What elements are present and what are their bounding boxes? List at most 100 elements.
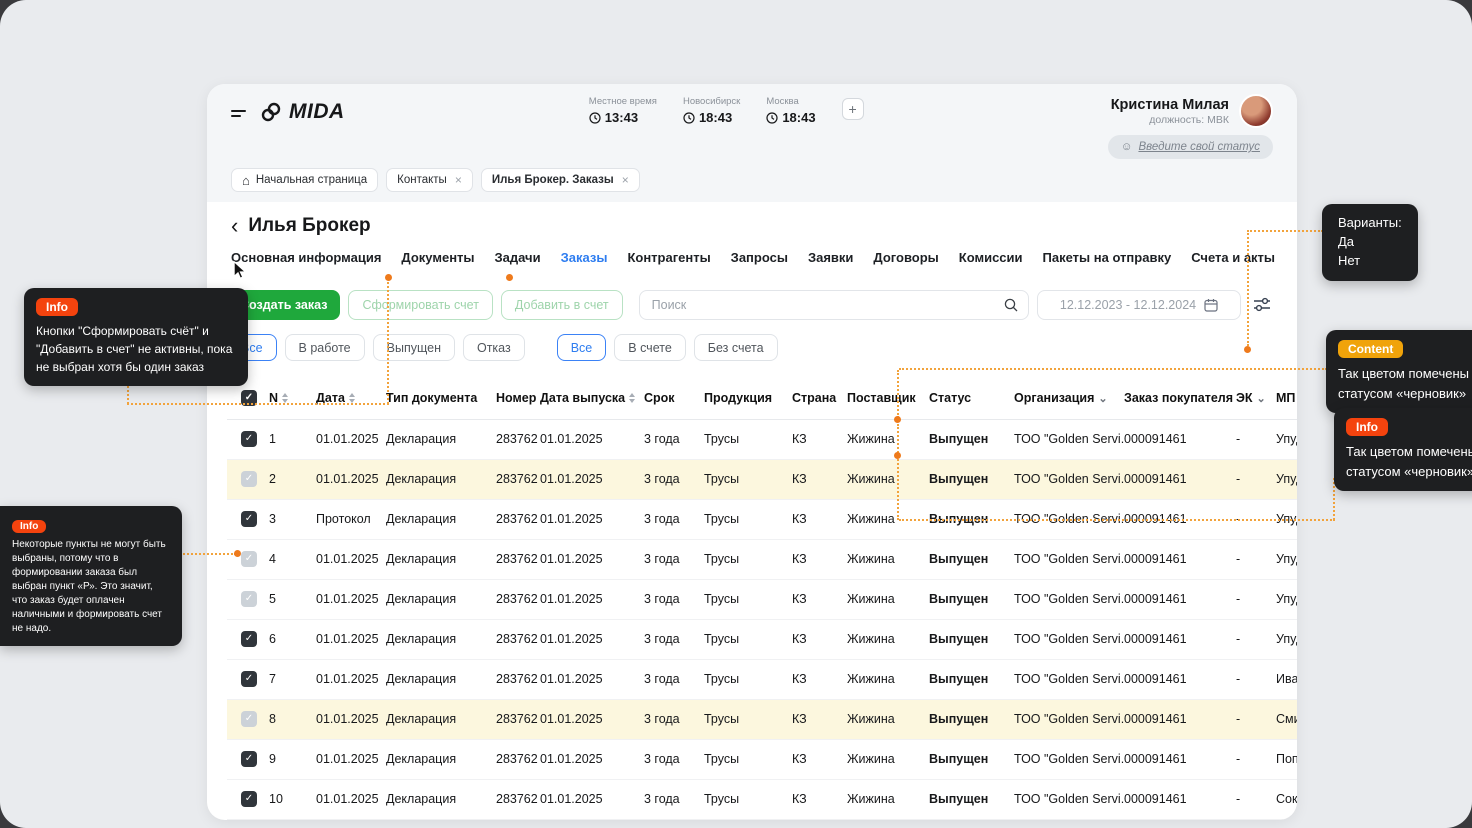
cell-ek: - bbox=[1236, 699, 1276, 739]
close-icon[interactable]: × bbox=[622, 173, 629, 187]
page-background: MIDA Местное время 13:43 Новосибирск bbox=[0, 0, 1472, 828]
filter-settings-icon[interactable] bbox=[1249, 292, 1275, 318]
column-header[interactable]: Дата выпуска bbox=[540, 377, 644, 419]
back-button[interactable]: ‹ bbox=[231, 216, 238, 236]
cell-country: КЗ bbox=[792, 579, 847, 619]
sort-icon[interactable] bbox=[349, 393, 355, 403]
table-row[interactable]: ✓801.01.2025Декларация28376201.01.20253 … bbox=[227, 699, 1297, 739]
search-icon[interactable] bbox=[1003, 297, 1019, 318]
cell-status: Выпущен bbox=[929, 699, 1014, 739]
row-checkbox[interactable]: ✓ bbox=[241, 511, 257, 527]
orders-table-body: ✓101.01.2025Декларация28376201.01.20253 … bbox=[227, 419, 1297, 820]
cell-ek: - bbox=[1236, 779, 1276, 819]
row-checkbox[interactable]: ✓ bbox=[241, 751, 257, 767]
column-header: Заказ покупателя bbox=[1124, 377, 1236, 419]
column-header[interactable]: N bbox=[269, 377, 316, 419]
table-row[interactable]: ✓201.01.2025Декларация28376201.01.20253 … bbox=[227, 459, 1297, 499]
add-to-invoice-button[interactable]: Добавить в счет bbox=[501, 290, 623, 320]
row-checkbox[interactable]: ✓ bbox=[241, 791, 257, 807]
timezone-label: Местное время bbox=[589, 96, 657, 107]
add-timezone-button[interactable]: + bbox=[842, 98, 864, 120]
user-area: Кристина Милая должность: МВК ☺ Введите … bbox=[1108, 94, 1273, 159]
callout-option: Да bbox=[1338, 233, 1402, 252]
row-checkbox[interactable]: ✓ bbox=[241, 631, 257, 647]
table-row[interactable]: ✓901.01.2025Декларация28376201.01.20253 … bbox=[227, 739, 1297, 779]
status-input[interactable]: ☺ Введите свой статус bbox=[1108, 135, 1273, 159]
filter-chip[interactable]: В работе bbox=[285, 334, 365, 361]
clock-icon bbox=[683, 112, 695, 124]
close-icon[interactable]: × bbox=[455, 173, 462, 187]
table-row[interactable]: ✓101.01.2025Декларация28376201.01.20253 … bbox=[227, 419, 1297, 459]
table-row[interactable]: ✓1001.01.2025Декларация28376201.01.20253… bbox=[227, 779, 1297, 819]
filter-chip[interactable]: В счете bbox=[614, 334, 686, 361]
row-checkbox: ✓ bbox=[241, 711, 257, 727]
cell-number: 283762 bbox=[496, 619, 540, 659]
logo-text: MIDA bbox=[289, 100, 345, 124]
tab-item[interactable]: Заявки bbox=[808, 250, 853, 270]
connector-line bbox=[180, 553, 236, 555]
connector-dot bbox=[1244, 346, 1251, 353]
cell-n: 3 bbox=[269, 499, 316, 539]
chevron-down-icon[interactable]: ⌄ bbox=[1257, 393, 1266, 405]
form-invoice-button[interactable]: Сформировать счет bbox=[348, 290, 492, 320]
row-checkbox[interactable]: ✓ bbox=[241, 671, 257, 687]
cell-product: Трусы bbox=[704, 539, 792, 579]
cell-ek: - bbox=[1236, 459, 1276, 499]
cell-date: 01.01.2025 bbox=[316, 579, 386, 619]
cell-date: 01.01.2025 bbox=[316, 739, 386, 779]
tab-item[interactable]: Заказы bbox=[561, 250, 608, 270]
calendar-icon bbox=[1204, 298, 1218, 312]
menu-icon[interactable] bbox=[231, 107, 246, 117]
cell-org: ТОО "Golden Servi... bbox=[1014, 699, 1124, 739]
sort-icon[interactable] bbox=[629, 393, 635, 403]
cell-country: КЗ bbox=[792, 459, 847, 499]
info-badge: Info bbox=[12, 520, 46, 533]
cell-n: 8 bbox=[269, 699, 316, 739]
search-input[interactable] bbox=[639, 290, 1029, 320]
tab-item[interactable]: Комиссии bbox=[959, 250, 1023, 270]
table-row[interactable]: ✓501.01.2025Декларация28376201.01.20253 … bbox=[227, 579, 1297, 619]
filter-chip[interactable]: Отказ bbox=[463, 334, 525, 361]
cell-mp: Попо bbox=[1276, 739, 1297, 779]
tab-item[interactable]: Пакеты на отправку bbox=[1043, 250, 1172, 270]
column-header[interactable]: ЭК⌄ bbox=[1236, 377, 1276, 419]
breadcrumb-tab[interactable]: ⌂Начальная страница bbox=[231, 168, 378, 192]
row-checkbox[interactable]: ✓ bbox=[241, 431, 257, 447]
tab-item[interactable]: Счета и акты bbox=[1191, 250, 1275, 270]
table-row[interactable]: ✓1101.01.2025Декларация28376201.01.20253… bbox=[227, 819, 1297, 820]
tab-item[interactable]: Запросы bbox=[731, 250, 788, 270]
cell-number: 283762 bbox=[496, 779, 540, 819]
mida-logo[interactable]: MIDA bbox=[260, 100, 345, 124]
breadcrumb-tab[interactable]: Илья Брокер. Заказы × bbox=[481, 168, 640, 192]
breadcrumb-label: Илья Брокер. Заказы bbox=[492, 174, 614, 186]
column-header[interactable]: Дата bbox=[316, 377, 386, 419]
tab-item[interactable]: Договоры bbox=[873, 250, 938, 270]
table-row[interactable]: ✓601.01.2025Декларация28376201.01.20253 … bbox=[227, 619, 1297, 659]
tab-item[interactable]: Основная информация bbox=[231, 250, 381, 270]
tab-item[interactable]: Задачи bbox=[495, 250, 541, 270]
cell-buyer_order: 000091461 bbox=[1124, 539, 1236, 579]
breadcrumb-tab[interactable]: Контакты× bbox=[386, 168, 473, 192]
connector-line bbox=[899, 368, 1327, 370]
filter-chip[interactable]: Выпущен bbox=[373, 334, 455, 361]
cell-org: ТОО "Golden Servi... bbox=[1014, 619, 1124, 659]
timezone-label: Новосибирск bbox=[683, 96, 740, 107]
table-row[interactable]: ✓401.01.2025Декларация28376201.01.20253 … bbox=[227, 539, 1297, 579]
filter-chip[interactable]: Все bbox=[557, 334, 607, 361]
chevron-down-icon[interactable]: ⌄ bbox=[1098, 393, 1107, 405]
date-range-picker[interactable]: 12.12.2023 - 12.12.2024 bbox=[1037, 290, 1241, 320]
sort-icon[interactable] bbox=[282, 393, 288, 403]
timezone-novosibirsk: Новосибирск 18:43 bbox=[683, 96, 740, 125]
table-row[interactable]: ✓701.01.2025Декларация28376201.01.20253 … bbox=[227, 659, 1297, 699]
content-badge: Content bbox=[1338, 340, 1403, 358]
tab-item[interactable]: Контрагенты bbox=[627, 250, 710, 270]
cell-n: 11 bbox=[269, 819, 316, 820]
tab-item[interactable]: Документы bbox=[401, 250, 474, 270]
cell-n: 5 bbox=[269, 579, 316, 619]
connector-line bbox=[1247, 230, 1323, 232]
avatar[interactable] bbox=[1239, 94, 1273, 128]
cell-product: Трусы bbox=[704, 819, 792, 820]
column-header[interactable]: Организация⌄ bbox=[1014, 377, 1124, 419]
column-header: Номер bbox=[496, 377, 540, 419]
filter-chip[interactable]: Без счета bbox=[694, 334, 778, 361]
